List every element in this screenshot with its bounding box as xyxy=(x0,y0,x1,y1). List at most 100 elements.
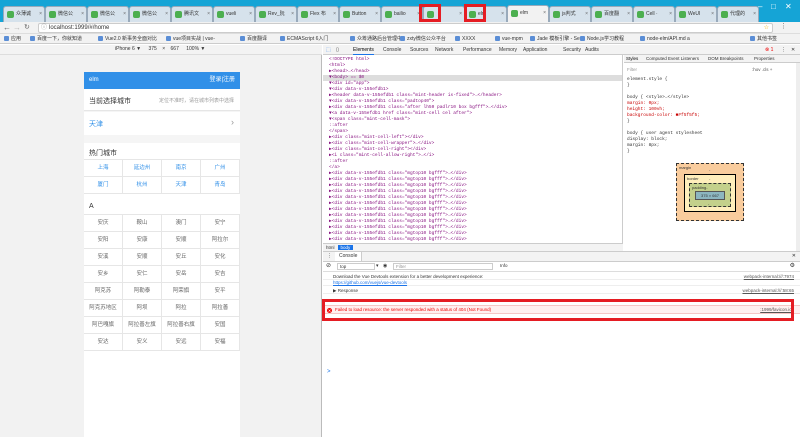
error-count-icon[interactable]: ⊗ 1 xyxy=(765,46,773,54)
hot-city-cell[interactable]: 上海 xyxy=(84,160,123,177)
devtools-tab-elements[interactable]: Elements xyxy=(353,46,374,55)
device-toggle-icon[interactable]: ▯ xyxy=(336,46,339,54)
console-tab[interactable]: Console xyxy=(335,252,363,261)
a-city-cell[interactable]: 安国 xyxy=(201,317,240,334)
bookmark-item[interactable]: zxty微信公众平台 xyxy=(400,35,446,43)
a-city-cell[interactable]: 鞍山 xyxy=(123,215,162,232)
browser-tab[interactable]: Cell · × xyxy=(633,6,675,22)
a-city-cell[interactable]: 安阳 xyxy=(84,232,123,249)
a-city-cell[interactable]: 安顺 xyxy=(123,249,162,266)
devtools-tab-application[interactable]: Application xyxy=(523,46,547,54)
drawer-close-icon[interactable]: ✕ xyxy=(792,252,796,261)
device-height[interactable]: 667 xyxy=(171,46,179,52)
styles-filter-input[interactable]: Filter xyxy=(627,67,637,73)
devtools-close-icon[interactable]: ✕ xyxy=(791,46,795,54)
a-city-cell[interactable]: 安达 xyxy=(84,334,123,351)
device-select[interactable]: iPhone 6 ▼ xyxy=(115,46,141,52)
bookmark-item[interactable]: vue项目实战 | vue- xyxy=(166,35,215,43)
devtools-tab-security[interactable]: Security xyxy=(563,46,581,54)
hot-city-cell[interactable]: 青岛 xyxy=(201,177,240,194)
a-city-cell[interactable]: 阿拉善 xyxy=(201,300,240,317)
browser-tab[interactable]: Button × xyxy=(339,6,381,22)
browser-tab[interactable]: 代理的 × xyxy=(717,6,759,22)
console-filter-input[interactable]: Filter xyxy=(393,263,493,270)
close-window-icon[interactable]: ✕ xyxy=(785,2,792,12)
bookmark-item[interactable]: Vue2.0 新事务全面对比 xyxy=(98,35,157,43)
a-city-cell[interactable]: 安岳 xyxy=(162,266,201,283)
reload-icon[interactable]: ↻ xyxy=(24,23,30,32)
crumb-body[interactable]: body xyxy=(337,245,354,250)
inspect-icon[interactable]: ⬚ xyxy=(326,46,331,54)
tab-close-icon[interactable]: × xyxy=(207,7,210,22)
browser-tab[interactable]: 腾讯文 × xyxy=(171,6,213,22)
devtools-menu-icon[interactable]: ⋮ xyxy=(781,46,786,54)
browser-tab[interactable]: Flex 布 × xyxy=(297,6,339,22)
browser-tab[interactable]: 百度翻 × xyxy=(591,6,633,22)
hot-city-cell[interactable]: 南京 xyxy=(162,160,201,177)
a-city-cell[interactable]: 阿克苏 xyxy=(84,283,123,300)
devtools-tab-sources[interactable]: Sources xyxy=(410,46,428,54)
maximize-icon[interactable]: □ xyxy=(771,2,776,12)
minimize-icon[interactable]: – xyxy=(758,2,762,12)
a-city-cell[interactable]: 阿拉善左旗 xyxy=(123,317,162,334)
tab-close-icon[interactable]: × xyxy=(375,7,378,22)
styles-tab[interactable]: Properties xyxy=(754,55,775,63)
clear-console-icon[interactable]: ⊘ xyxy=(326,262,331,271)
bookmark-item[interactable]: 其他书签 xyxy=(750,35,777,43)
a-city-cell[interactable]: 安仁 xyxy=(123,266,162,283)
browser-tab[interactable]: WeUI × xyxy=(675,6,717,22)
browser-tab[interactable]: vueli × xyxy=(213,6,255,22)
a-city-cell[interactable]: 阿坝 xyxy=(123,300,162,317)
url-input[interactable]: ⓘ localhost:1999/#/home ☆ xyxy=(38,23,773,33)
tab-close-icon[interactable]: × xyxy=(39,7,42,22)
bookmark-item[interactable]: XXXX xyxy=(455,35,475,43)
a-city-cell[interactable]: 阿拉尔 xyxy=(201,232,240,249)
devtools-tab-performance[interactable]: Performance xyxy=(463,46,492,54)
a-city-cell[interactable]: 安乡 xyxy=(84,266,123,283)
a-city-cell[interactable]: 阿拉 xyxy=(162,300,201,317)
tab-close-icon[interactable]: × xyxy=(627,7,630,22)
a-city-cell[interactable]: 安丘 xyxy=(162,249,201,266)
a-city-cell[interactable]: 安吉 xyxy=(201,266,240,283)
devtools-tab-console[interactable]: Console xyxy=(383,46,401,54)
tab-close-icon[interactable]: × xyxy=(81,7,84,22)
tab-close-icon[interactable]: × xyxy=(501,7,504,22)
browser-tab[interactable]: js判式 × xyxy=(549,6,591,22)
a-city-cell[interactable]: 阿巴嘎旗 xyxy=(84,317,123,334)
devtools-tab-memory[interactable]: Memory xyxy=(499,46,517,54)
a-city-cell[interactable]: 阿荣旗 xyxy=(162,283,201,300)
tab-close-icon[interactable]: × xyxy=(123,7,126,22)
menu-icon[interactable]: ⋮ xyxy=(780,22,787,32)
tab-close-icon[interactable]: × xyxy=(459,7,462,22)
tab-close-icon[interactable]: × xyxy=(585,7,588,22)
console-source-link[interactable]: webpack-internal:///:58:65 xyxy=(742,288,794,294)
tab-close-icon[interactable]: × xyxy=(165,7,168,22)
tab-close-icon[interactable]: × xyxy=(669,7,672,22)
browser-tab[interactable]: elm × xyxy=(507,5,549,22)
context-select[interactable]: top xyxy=(337,263,375,270)
styles-filter-tools[interactable]: :hov .cls + xyxy=(752,67,772,73)
devtools-tab-network[interactable]: Network xyxy=(435,46,453,54)
a-city-cell[interactable]: 澳门 xyxy=(162,215,201,232)
styles-tab[interactable]: Event Listeners xyxy=(668,55,699,63)
bookmark-item[interactable]: 百度一下，你就知道 xyxy=(30,35,82,43)
app-logo[interactable]: elm xyxy=(89,77,99,83)
console-message-text[interactable]: https://github.com/vuejs/vue-devtools xyxy=(333,280,407,285)
a-city-cell[interactable]: 安义 xyxy=(123,334,162,351)
tab-close-icon[interactable]: × xyxy=(333,7,336,22)
bookmark-item[interactable]: 百度翻译 xyxy=(240,35,267,43)
bookmark-item[interactable]: node-elm/API.md a xyxy=(640,35,690,43)
tab-close-icon[interactable]: × xyxy=(711,7,714,22)
bookmark-item[interactable]: vue-mpm xyxy=(495,35,523,43)
eye-icon[interactable]: ◉ xyxy=(383,262,387,271)
console-prompt[interactable]: > xyxy=(327,369,331,375)
zoom-select[interactable]: 100% ▼ xyxy=(186,46,205,52)
bookmark-item[interactable]: Jade 模板引擎 - Se xyxy=(530,35,580,43)
browser-tab[interactable]: Rev_阮 × xyxy=(255,6,297,22)
tab-close-icon[interactable]: × xyxy=(249,7,252,22)
a-city-cell[interactable]: 阿勒泰 xyxy=(123,283,162,300)
crumb-html[interactable]: html xyxy=(323,245,338,250)
hot-city-cell[interactable]: 延边州 xyxy=(123,160,162,177)
hot-city-cell[interactable]: 天津 xyxy=(162,177,201,194)
hot-city-cell[interactable]: 广州 xyxy=(201,160,240,177)
